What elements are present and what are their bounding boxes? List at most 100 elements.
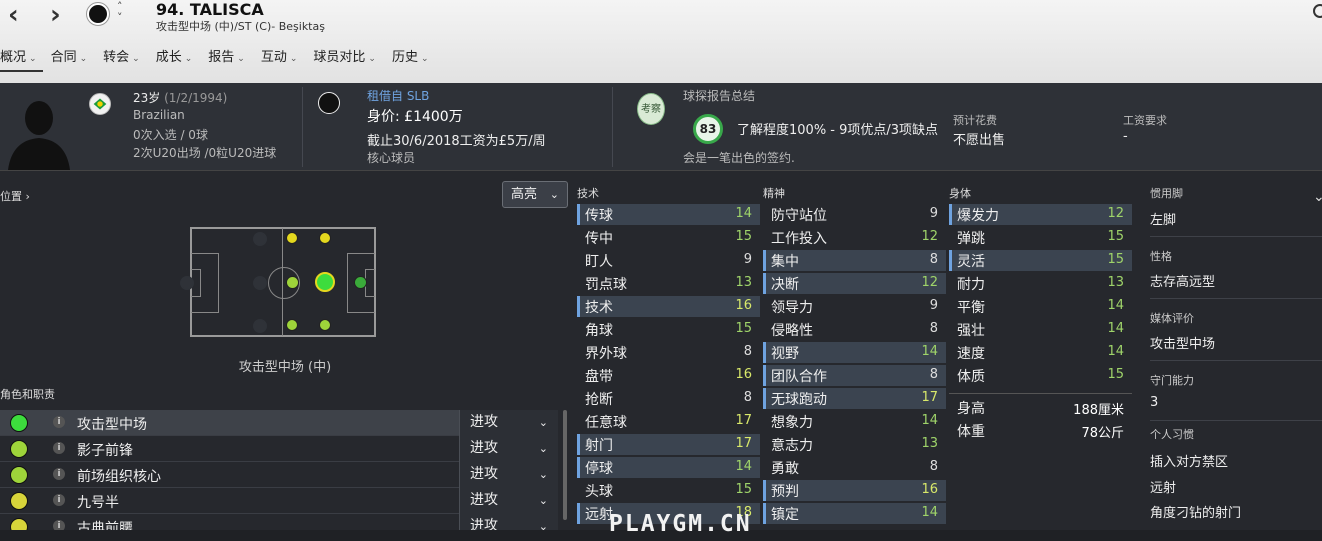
club-badge-icon[interactable] xyxy=(318,92,340,114)
menu-interaction[interactable]: 互动 ⌄ xyxy=(261,48,306,72)
attribute-row-technical[interactable]: 停球 14 xyxy=(577,457,760,478)
attribute-row-technical[interactable]: 传中 15 xyxy=(577,227,760,248)
highlight-dropdown[interactable]: 高亮 ⌄ xyxy=(502,181,568,208)
roles-scrollbar[interactable] xyxy=(563,410,567,520)
position-dot-str[interactable] xyxy=(319,319,331,331)
attribute-row-technical[interactable]: 角球 15 xyxy=(577,319,760,340)
menu-transfer[interactable]: 转会 ⌄ xyxy=(103,48,148,72)
attribute-row-mental[interactable]: 意志力 13 xyxy=(763,434,946,455)
attribute-row-technical[interactable]: 界外球 8 xyxy=(577,342,760,363)
attribute-value: 14 xyxy=(921,344,938,359)
role-row[interactable]: i 前场组织核心 进攻 ⌄ xyxy=(0,462,558,488)
attribute-row-physical[interactable]: 平衡 14 xyxy=(949,296,1132,317)
player-silhouette-icon xyxy=(8,101,70,170)
positions-link[interactable]: 位置 › xyxy=(0,188,30,204)
attribute-value: 16 xyxy=(735,298,752,313)
attribute-row-mental[interactable]: 工作投入 12 xyxy=(763,227,946,248)
attribute-name: 停球 xyxy=(585,461,613,477)
back-arrow-icon[interactable]: ‹ xyxy=(8,2,19,28)
attribute-name: 任意球 xyxy=(585,415,627,431)
roles-label: 角色和职责 xyxy=(0,388,55,401)
attribute-row-physical[interactable]: 弹跳 15 xyxy=(949,227,1132,248)
attribute-row-technical[interactable]: 传球 14 xyxy=(577,204,760,225)
attribute-row-mental[interactable]: 防守站位 9 xyxy=(763,204,946,225)
attribute-row-physical[interactable]: 体质 15 xyxy=(949,365,1132,386)
duty-dropdown[interactable]: 进攻 ⌄ xyxy=(459,410,558,436)
position-dot-aml[interactable] xyxy=(286,232,298,244)
attribute-value: 9 xyxy=(929,206,938,221)
foot-value: 左脚 xyxy=(1150,213,1177,228)
attribute-row-mental[interactable]: 决断 12 xyxy=(763,273,946,294)
position-dot-st[interactable] xyxy=(354,276,367,289)
menu-compare[interactable]: 球员对比 ⌄ xyxy=(313,48,384,72)
attribute-value: 15 xyxy=(1107,229,1124,244)
position-dot-stl[interactable] xyxy=(319,232,331,244)
info-icon[interactable]: i xyxy=(53,442,65,454)
role-row[interactable]: i 九号半 进攻 ⌄ xyxy=(0,488,558,514)
attribute-row-physical[interactable]: 强壮 14 xyxy=(949,319,1132,340)
attribute-row-technical[interactable]: 射门 17 xyxy=(577,434,760,455)
attribute-row-technical[interactable]: 抢断 8 xyxy=(577,388,760,409)
position-dot[interactable] xyxy=(253,232,267,246)
menu-development[interactable]: 成长 ⌄ xyxy=(156,48,201,72)
media-label: 媒体评价 xyxy=(1150,312,1194,325)
role-name: 前场组织核心 xyxy=(77,469,161,485)
loan-link[interactable]: 租借自 SLB xyxy=(367,87,429,104)
player-position-subtitle[interactable]: 攻击型中场 (中)/ST (C)- Beşiktaş xyxy=(156,18,325,34)
fee-value: 不愿出售 xyxy=(953,133,1006,148)
attribute-row-technical[interactable]: 盘带 16 xyxy=(577,365,760,386)
position-dot[interactable] xyxy=(253,276,267,290)
attribute-row-physical[interactable]: 耐力 13 xyxy=(949,273,1132,294)
attribute-row-mental[interactable]: 勇敢 8 xyxy=(763,457,946,478)
attribute-row-mental[interactable]: 视野 14 xyxy=(763,342,946,363)
attribute-row-technical[interactable]: 技术 16 xyxy=(577,296,760,317)
attribute-row-mental[interactable]: 领导力 9 xyxy=(763,296,946,317)
attribute-name: 传球 xyxy=(585,208,613,224)
chevron-down-icon[interactable]: ⌄ xyxy=(1313,189,1322,205)
attribute-row-mental[interactable]: 镇定 14 xyxy=(763,503,946,524)
foot-label: 惯用脚 xyxy=(1150,187,1183,200)
attribute-row-technical[interactable]: 罚点球 13 xyxy=(577,273,760,294)
position-dot[interactable] xyxy=(253,319,267,333)
attribute-row-mental[interactable]: 团队合作 8 xyxy=(763,365,946,386)
attribute-row-technical[interactable]: 头球 15 xyxy=(577,480,760,501)
forward-arrow-icon[interactable]: › xyxy=(50,2,61,28)
duty-dropdown[interactable]: 进攻 ⌄ xyxy=(459,462,558,488)
position-pitch xyxy=(190,227,376,337)
menu-reports[interactable]: 报告 ⌄ xyxy=(208,48,253,72)
menu-overview[interactable]: 概况 ⌄ xyxy=(0,48,43,72)
attribute-value: 14 xyxy=(921,413,938,428)
brazil-flag-icon[interactable] xyxy=(89,93,111,115)
attribute-row-physical[interactable]: 灵活 15 xyxy=(949,250,1132,271)
attribute-row-mental[interactable]: 集中 8 xyxy=(763,250,946,271)
menu-history[interactable]: 历史 ⌄ xyxy=(392,48,437,72)
position-dot-mc[interactable] xyxy=(286,276,299,289)
player-updown-icon[interactable]: ˄ ˅ xyxy=(117,1,123,23)
attribute-row-physical[interactable]: 速度 14 xyxy=(949,342,1132,363)
role-row[interactable]: i 攻击型中场 进攻 ⌄ xyxy=(0,410,558,436)
scout-badge-icon[interactable]: 考察 xyxy=(637,93,665,125)
attribute-row-technical[interactable]: 盯人 9 xyxy=(577,250,760,271)
attribute-value: 8 xyxy=(929,459,938,474)
attribute-row-physical[interactable]: 爆发力 12 xyxy=(949,204,1132,225)
role-row[interactable]: i 影子前锋 进攻 ⌄ xyxy=(0,436,558,462)
club-crest-icon[interactable] xyxy=(86,2,110,26)
info-icon[interactable]: i xyxy=(53,468,65,480)
position-dot-amr[interactable] xyxy=(286,319,298,331)
info-icon[interactable]: i xyxy=(53,494,65,506)
search-icon[interactable] xyxy=(1313,4,1322,18)
position-dot[interactable] xyxy=(180,276,194,290)
info-icon[interactable]: i xyxy=(53,416,65,428)
menu-contract[interactable]: 合同 ⌄ xyxy=(51,48,96,72)
duty-dropdown[interactable]: 进攻 ⌄ xyxy=(459,436,558,462)
attribute-row-mental[interactable]: 无球跑动 17 xyxy=(763,388,946,409)
duty-dropdown[interactable]: 进攻 ⌄ xyxy=(459,488,558,514)
attribute-row-mental[interactable]: 侵略性 8 xyxy=(763,319,946,340)
profile-menu: 概况 ⌄ 合同 ⌄ 转会 ⌄ 成长 ⌄ 报告 ⌄ 互动 ⌄ 球员对比 ⌄ 历史 ⌄ xyxy=(0,48,445,72)
position-dot-amc-selected[interactable] xyxy=(315,272,335,292)
habit-item: 远射 xyxy=(1150,481,1177,496)
attribute-row-mental[interactable]: 想象力 14 xyxy=(763,411,946,432)
media-value: 攻击型中场 xyxy=(1150,337,1216,352)
attribute-row-mental[interactable]: 预判 16 xyxy=(763,480,946,501)
attribute-row-technical[interactable]: 任意球 17 xyxy=(577,411,760,432)
